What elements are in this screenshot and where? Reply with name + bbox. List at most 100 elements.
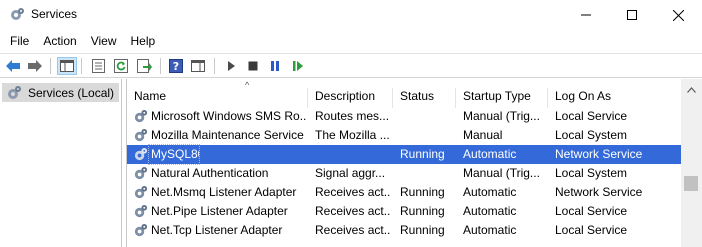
column-header-startup-type[interactable]: Startup Type [456, 88, 548, 108]
list-header: ^ Name Description Status Startup Type L… [127, 79, 682, 110]
show-hide-console-tree-icon [60, 60, 74, 72]
service-name: Net.Tcp Listener Adapter [151, 223, 283, 237]
service-row-selected[interactable]: MySQL80 Running Automatic Network Servic… [127, 144, 682, 165]
scroll-thumb[interactable] [684, 176, 698, 191]
service-row[interactable]: Net.Msmq Listener Adapter Receives act..… [127, 183, 682, 202]
chevron-up-icon [687, 86, 696, 93]
service-status: Running [400, 147, 445, 161]
service-status [400, 107, 455, 126]
service-gear-icon [134, 109, 148, 123]
console-tree: Services (Local) [0, 79, 122, 247]
service-startup-type: Automatic [463, 223, 517, 237]
service-gear-icon [134, 185, 148, 199]
services-list-view: ^ Name Description Status Startup Type L… [126, 79, 702, 247]
close-button[interactable] [655, 0, 701, 30]
vertical-scrollbar[interactable] [681, 79, 702, 247]
scroll-up-button[interactable] [681, 79, 702, 100]
toolbar-separator [81, 58, 82, 74]
service-log-on-as: Network Service [555, 147, 643, 161]
services-gear-icon [8, 85, 21, 99]
services-gear-icon [11, 8, 24, 20]
maximize-button[interactable] [609, 0, 655, 30]
service-name: Microsoft Windows SMS Ro... [151, 109, 306, 123]
service-name: MySQL80 [148, 144, 200, 165]
pause-service-button[interactable] [265, 57, 285, 75]
back-button[interactable] [3, 57, 23, 75]
forward-button[interactable] [25, 57, 45, 75]
service-gear-icon [134, 166, 148, 180]
service-log-on-as: Local System [555, 166, 628, 180]
service-row[interactable]: Net.Pipe Listener Adapter Receives act..… [127, 202, 682, 221]
column-header-status[interactable]: Status [393, 88, 456, 108]
service-status: Running [400, 223, 445, 237]
forward-arrow-icon [28, 60, 42, 72]
help-button[interactable]: ? [166, 57, 186, 75]
service-name: Mozilla Maintenance Service [151, 128, 304, 142]
menu-action[interactable]: Action [36, 31, 83, 51]
window-title: Services [31, 7, 78, 21]
service-row[interactable]: Net.Tcp Listener Adapter Receives act...… [127, 221, 682, 240]
service-log-on-as: Local System [555, 128, 628, 142]
service-log-on-as: Local Service [555, 204, 628, 218]
properties-button[interactable] [88, 57, 108, 75]
service-log-on-as: Network Service [555, 185, 643, 199]
menu-bar: File Action View Help [0, 31, 702, 51]
properties-list-icon [91, 59, 105, 73]
column-header-log-on-as[interactable]: Log On As [548, 88, 682, 108]
service-status: Running [400, 204, 445, 218]
service-startup-type: Manual (Trig... [463, 109, 540, 123]
show-action-pane-icon [191, 60, 205, 72]
restart-service-button[interactable] [288, 57, 308, 75]
toolbar-separator [160, 58, 161, 74]
service-name: Natural Authentication [151, 166, 269, 180]
back-arrow-icon [6, 60, 20, 72]
service-row[interactable]: Mozilla Maintenance Service The Mozilla … [127, 126, 682, 145]
service-gear-icon [134, 204, 148, 218]
close-icon [672, 9, 684, 21]
svg-text:?: ? [173, 60, 179, 73]
service-log-on-as: Local Service [555, 223, 628, 237]
minimize-icon [581, 14, 591, 16]
service-name: Net.Pipe Listener Adapter [151, 204, 288, 218]
service-gear-icon [134, 128, 148, 142]
title-bar: Services [0, 0, 702, 30]
service-startup-type: Automatic [463, 147, 517, 161]
service-status [400, 164, 455, 183]
export-list-icon [136, 59, 152, 73]
service-description: Receives act... [315, 204, 391, 218]
toolbar-separator [50, 58, 51, 74]
column-header-description[interactable]: Description [308, 88, 393, 108]
service-description: Routes mes... [315, 109, 390, 123]
tree-item-label: Services (Local) [28, 85, 115, 100]
start-service-button[interactable] [221, 57, 241, 75]
refresh-button[interactable] [111, 57, 131, 75]
menu-view[interactable]: View [84, 31, 124, 51]
maximize-icon [627, 10, 637, 20]
service-row[interactable]: Natural Authentication Signal aggr... Ma… [127, 164, 682, 183]
service-log-on-as: Local Service [555, 109, 628, 123]
export-list-button[interactable] [134, 57, 154, 75]
menu-help[interactable]: Help [124, 31, 163, 51]
toolbar-separator [214, 58, 215, 74]
help-icon: ? [169, 59, 183, 73]
service-description: Signal aggr... [315, 166, 386, 180]
service-startup-type: Manual (Trig... [463, 166, 540, 180]
start-service-icon [228, 61, 235, 71]
service-description: The Mozilla ... [315, 128, 390, 142]
service-description: Receives act... [315, 185, 391, 199]
restart-service-icon [293, 61, 303, 71]
service-gear-icon [134, 147, 148, 161]
toolbar: ? [0, 53, 702, 78]
stop-service-button[interactable] [243, 57, 263, 75]
minimize-button[interactable] [563, 0, 609, 30]
show-action-pane-button[interactable] [188, 57, 208, 75]
menu-file[interactable]: File [0, 31, 36, 51]
refresh-icon [114, 59, 128, 73]
column-header-name[interactable]: Name [127, 88, 308, 108]
service-gear-icon [134, 223, 148, 237]
service-startup-type: Manual [463, 128, 503, 142]
tree-item-services-local[interactable]: Services (Local) [2, 83, 119, 102]
service-row[interactable]: Microsoft Windows SMS Ro... Routes mes..… [127, 107, 682, 126]
show-hide-console-tree-button[interactable] [57, 57, 77, 75]
pause-service-icon [271, 61, 279, 71]
